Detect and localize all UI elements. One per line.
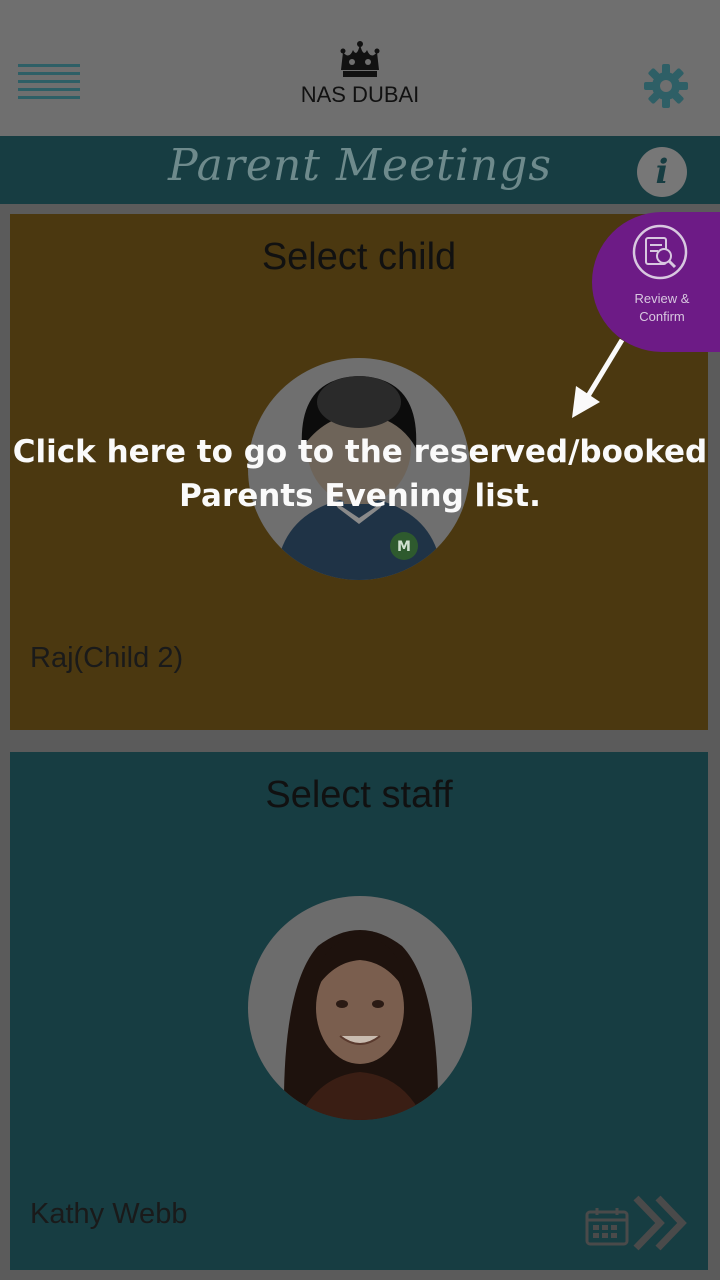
double-chevron-right-icon[interactable] <box>628 1192 690 1254</box>
review-search-icon <box>632 224 688 280</box>
page-title: Parent Meetings <box>168 140 552 191</box>
info-icon[interactable]: i <box>637 147 687 197</box>
logo-text: NAS DUBAI <box>300 82 420 107</box>
gear-icon[interactable] <box>642 62 690 110</box>
crown-logo-icon <box>340 41 380 77</box>
select-staff-card[interactable]: Select staff Kathy Webb <box>10 752 708 1270</box>
coach-mark-text: Click here to go to the reserved/booked … <box>12 434 708 514</box>
child-name: Raj(Child 2) <box>30 642 184 674</box>
staff-photo-image <box>283 930 439 1120</box>
review-confirm-label: Review & Confirm <box>634 291 690 324</box>
staff-photo[interactable] <box>248 896 472 1120</box>
select-staff-title: Select staff <box>265 774 453 816</box>
menu-icon[interactable] <box>18 64 80 106</box>
app-header: NAS DUBAI <box>0 0 720 136</box>
title-bar: Parent Meetings i <box>0 136 720 204</box>
calendar-icon[interactable] <box>585 1206 629 1246</box>
coach-arrow-icon <box>572 338 625 418</box>
svg-text:M: M <box>397 539 411 555</box>
school-logo: NAS DUBAI <box>290 40 430 115</box>
staff-name: Kathy Webb <box>30 1198 188 1230</box>
review-confirm-button[interactable]: Review & Confirm <box>592 212 720 352</box>
